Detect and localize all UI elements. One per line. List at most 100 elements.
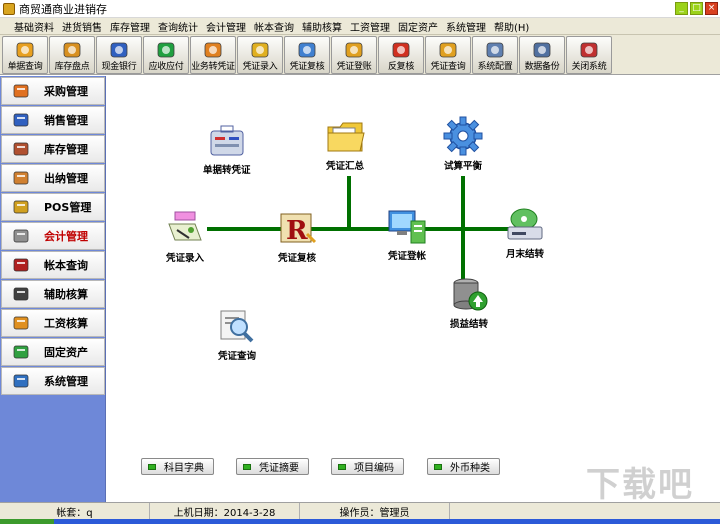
- project-code-label: 项目编码: [354, 463, 394, 474]
- currency-type-button[interactable]: 外币种类: [427, 458, 500, 475]
- account-dictionary-button[interactable]: 科目字典: [141, 458, 214, 475]
- backup-icon: [531, 39, 553, 61]
- voucher-query-label: 凭证查询: [217, 351, 256, 362]
- menu-system[interactable]: 系统管理: [442, 19, 490, 34]
- status-empty: [450, 503, 720, 519]
- disk-drive-icon: [503, 204, 547, 244]
- system-icon: [12, 372, 30, 390]
- voucher-entry-label: 凭证录入: [165, 253, 204, 264]
- stop-icon: [390, 39, 412, 61]
- status-operator: 操作员：管理员: [300, 503, 450, 519]
- voucher-summary-text-button[interactable]: 凭证摘要: [236, 458, 309, 475]
- menu-purchase-sales[interactable]: 进货销售: [58, 19, 106, 34]
- sidebar-item-8[interactable]: 工资核算: [1, 309, 105, 337]
- minimize-button[interactable]: _: [675, 2, 688, 15]
- voucher-summary-text-label: 凭证摘要: [259, 463, 299, 474]
- flow-lines: [207, 176, 516, 298]
- magnifier-icon: [437, 39, 459, 61]
- toolbar-button-11[interactable]: 数据备份: [519, 36, 565, 74]
- menu-fixed-assets[interactable]: 固定资产: [394, 19, 442, 34]
- menu-auxiliary[interactable]: 辅助核算: [298, 19, 346, 34]
- sidebar-item-9[interactable]: 固定资产: [1, 338, 105, 366]
- accounting-flow-panel: 单据转凭证 凭证汇总 试算平衡 凭证录入 R 凭证复核 凭证登帐 月末结转 损益…: [107, 76, 720, 502]
- sidebar-item-label: POS管理: [44, 201, 92, 214]
- menu-payroll[interactable]: 工资管理: [346, 19, 394, 34]
- sidebar-item-label: 出纳管理: [44, 172, 88, 185]
- doc-to-voucher-node[interactable]: 单据转凭证: [203, 120, 251, 176]
- trial-balance-node[interactable]: 试算平衡: [441, 116, 485, 172]
- review-r-icon: R: [275, 208, 319, 248]
- toolbar-button-1[interactable]: 库存盘点: [49, 36, 95, 74]
- sidebar-item-4[interactable]: POS管理: [1, 193, 105, 221]
- sidebar-item-label: 帐本查询: [44, 259, 88, 272]
- menu-inventory[interactable]: 库存管理: [106, 19, 154, 34]
- toolbar-button-4[interactable]: 业务转凭证: [190, 36, 236, 74]
- toolbar-button-label: 凭证复核: [289, 62, 325, 72]
- toolbar-button-label: 凭证登账: [336, 62, 372, 72]
- title-bar: 商贸通商业进销存 _ □ ×: [0, 0, 720, 18]
- trial-balance-label: 试算平衡: [443, 161, 482, 172]
- server-icon: [484, 39, 506, 61]
- sidebar-item-label: 工资核算: [44, 317, 88, 330]
- toolbar-button-label: 单据查询: [7, 62, 43, 72]
- sidebar-item-5[interactable]: 会计管理: [1, 222, 105, 250]
- sidebar-item-1[interactable]: 销售管理: [1, 106, 105, 134]
- toolbar-button-label: 系统配置: [477, 62, 513, 72]
- status-account: 帐套：q: [0, 503, 150, 519]
- menu-help[interactable]: 帮助(H): [490, 19, 533, 34]
- sidebar-item-label: 库存管理: [44, 143, 88, 156]
- toolbar-button-2[interactable]: 现金银行: [96, 36, 142, 74]
- toolbar-button-label: 凭证录入: [242, 62, 278, 72]
- toolbar-button-label: 应收应付: [148, 62, 184, 72]
- toolbar-button-label: 现金银行: [101, 62, 137, 72]
- convert-icon: [202, 39, 224, 61]
- sidebar-item-10[interactable]: 系统管理: [1, 367, 105, 395]
- menu-ledger-query[interactable]: 帐本查询: [250, 19, 298, 34]
- toolbar-button-label: 数据备份: [524, 62, 560, 72]
- voucher-summary-node[interactable]: 凭证汇总: [323, 116, 367, 172]
- toolbar-button-3[interactable]: 应收应付: [143, 36, 189, 74]
- sidebar-item-3[interactable]: 出纳管理: [1, 164, 105, 192]
- voucher-entry-node[interactable]: 凭证录入: [163, 208, 207, 264]
- account-dictionary-label: 科目字典: [164, 463, 204, 474]
- toolbar-button-12[interactable]: 关闭系统: [566, 36, 612, 74]
- toolbar-button-8[interactable]: 反复核: [378, 36, 424, 74]
- watermark-logo: 下载吧: [580, 456, 700, 506]
- pen-icon: [12, 111, 30, 129]
- toolbar-button-5[interactable]: 凭证录入: [237, 36, 283, 74]
- sidebar-item-label: 会计管理: [44, 230, 88, 243]
- currency-type-label: 外币种类: [450, 463, 490, 474]
- voucher-review-node[interactable]: R 凭证复核: [275, 208, 319, 264]
- briefcase-icon: [205, 120, 249, 160]
- house-icon: [12, 140, 30, 158]
- book-icon: [12, 256, 30, 274]
- sidebar-item-label: 辅助核算: [44, 288, 88, 301]
- toolbar-button-0[interactable]: 单据查询: [2, 36, 48, 74]
- voucher-posting-node[interactable]: 凭证登帐: [385, 206, 429, 262]
- start-button[interactable]: [0, 519, 54, 524]
- sidebar-item-7[interactable]: 辅助核算: [1, 280, 105, 308]
- svg-text:R: R: [286, 216, 308, 246]
- menu-accounting[interactable]: 会计管理: [202, 19, 250, 34]
- menu-query-stats[interactable]: 查询统计: [154, 19, 202, 34]
- status-led-icon: [338, 463, 346, 470]
- voucher-query-node[interactable]: 凭证查询: [215, 306, 259, 362]
- cash-icon: [108, 39, 130, 61]
- menu-basic-data[interactable]: 基础资料: [10, 19, 58, 34]
- profit-loss-node[interactable]: 损益结转: [447, 274, 491, 330]
- status-login-date: 上机日期：2014-3-28: [150, 503, 300, 519]
- project-code-button[interactable]: 项目编码: [331, 458, 404, 475]
- month-end-node[interactable]: 月末结转: [503, 204, 547, 260]
- maximize-button[interactable]: □: [690, 2, 703, 15]
- profit-loss-label: 损益结转: [449, 319, 488, 330]
- toolbar-button-7[interactable]: 凭证登账: [331, 36, 377, 74]
- sidebar-item-0[interactable]: 采购管理: [1, 77, 105, 105]
- sidebar-item-label: 采购管理: [44, 85, 88, 98]
- sidebar-item-6[interactable]: 帐本查询: [1, 251, 105, 279]
- close-button[interactable]: ×: [705, 2, 718, 15]
- toolbar-button-6[interactable]: 凭证复核: [284, 36, 330, 74]
- toolbar-button-10[interactable]: 系统配置: [472, 36, 518, 74]
- sidebar-item-2[interactable]: 库存管理: [1, 135, 105, 163]
- toolbar-button-9[interactable]: 凭证查询: [425, 36, 471, 74]
- voucher-posting-label: 凭证登帐: [387, 251, 426, 262]
